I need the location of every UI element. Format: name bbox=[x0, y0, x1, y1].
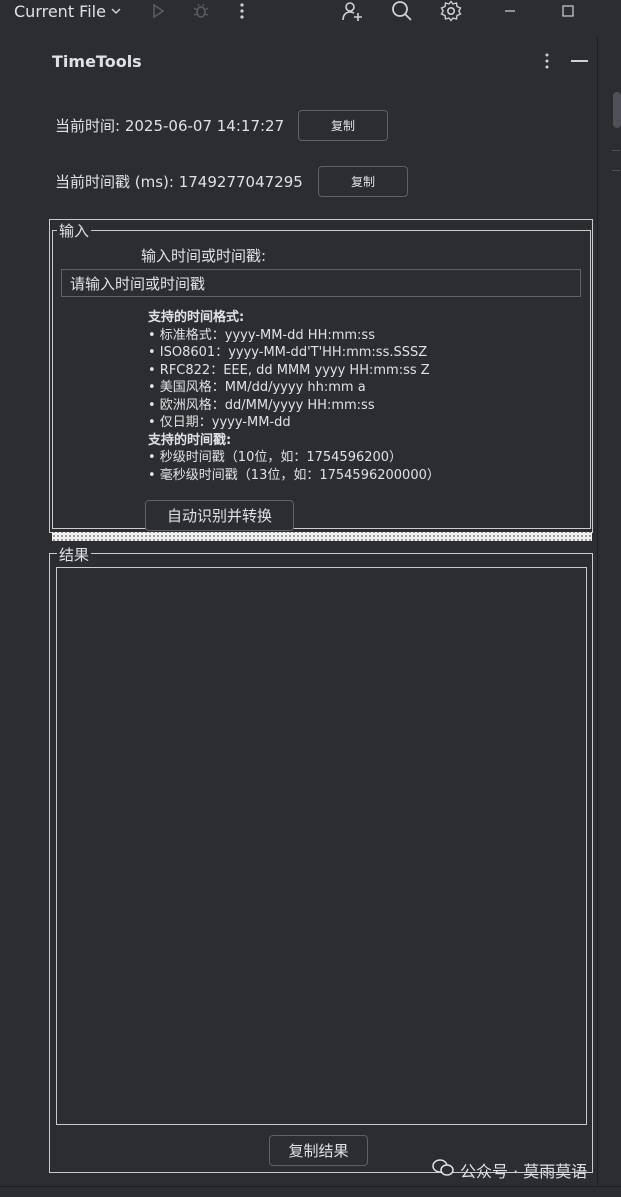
watermark: 公众号 · 莫雨莫语 bbox=[432, 1158, 587, 1182]
run-config-label: Current File bbox=[14, 1, 106, 21]
copy-time-button[interactable]: 复制 bbox=[298, 110, 388, 141]
supported-formats-help: 支持的时间格式: • 标准格式：yyyy-MM-dd HH:mm:ss • ISO8… bbox=[148, 309, 440, 484]
run-icon[interactable] bbox=[148, 0, 168, 22]
hide-panel-icon[interactable] bbox=[571, 60, 588, 62]
current-time-label: 当前时间: 2025-06-07 14:17:27 bbox=[55, 117, 285, 135]
minimize-window-icon[interactable] bbox=[500, 0, 520, 22]
scrollbar-thumb[interactable] bbox=[613, 92, 621, 128]
help-line: • 秒级时间戳（10位，如：1754596200） bbox=[148, 450, 403, 465]
right-tool-strip bbox=[597, 36, 621, 1196]
help-line: • 标准格式：yyyy-MM-dd HH:mm:ss bbox=[148, 327, 375, 343]
input-group-label: 输入 bbox=[57, 220, 92, 241]
watermark-text: 公众号 · 莫雨莫语 bbox=[460, 1162, 588, 1181]
current-timestamp-label: 当前时间戳 (ms): 1749277047295 bbox=[55, 173, 303, 191]
copy-result-button[interactable]: 复制结果 bbox=[269, 1135, 368, 1166]
run-config-selector[interactable]: Current File bbox=[14, 0, 122, 22]
top-toolbar: Current File bbox=[0, 0, 621, 36]
help-line: • ISO8601：yyyy-MM-dd'T'HH:mm:ss.SSSZ bbox=[148, 345, 428, 360]
time-input[interactable]: 请输入时间或时间戳 bbox=[61, 269, 581, 297]
result-group-label: 结果 bbox=[57, 544, 92, 565]
more-vertical-icon[interactable] bbox=[542, 52, 552, 74]
input-prompt: 输入时间或时间戳: bbox=[141, 247, 267, 265]
add-user-icon[interactable] bbox=[340, 0, 364, 22]
copy-timestamp-button[interactable]: 复制 bbox=[318, 166, 408, 197]
help-line: • 美国风格：MM/dd/yyyy hh:mm a bbox=[148, 380, 366, 395]
result-textarea[interactable] bbox=[56, 567, 587, 1125]
auto-convert-button[interactable]: 自动识别并转换 bbox=[145, 500, 294, 531]
time-input-value: 请输入时间或时间戳 bbox=[70, 274, 206, 293]
maximize-window-icon[interactable] bbox=[558, 0, 578, 22]
panel-title: TimeTools bbox=[52, 52, 142, 71]
debug-icon[interactable] bbox=[190, 0, 212, 22]
help-line: 支持的时间格式: bbox=[148, 310, 245, 325]
left-tool-strip bbox=[0, 36, 38, 1196]
help-line: • 欧洲风格：dd/MM/yyyy HH:mm:ss bbox=[148, 397, 375, 413]
status-strip bbox=[0, 1186, 621, 1197]
settings-icon[interactable] bbox=[439, 0, 463, 22]
scrollbar-marker bbox=[612, 170, 620, 171]
wechat-icon bbox=[432, 1159, 454, 1181]
more-vertical-icon[interactable] bbox=[234, 0, 250, 22]
help-line: 支持的时间戳: bbox=[148, 432, 232, 448]
chevron-down-icon bbox=[110, 2, 122, 21]
search-icon[interactable] bbox=[390, 0, 414, 22]
split-pane-divider[interactable] bbox=[52, 532, 592, 541]
scrollbar-marker bbox=[612, 150, 620, 151]
help-line: • 毫秒级时间戳（13位，如：1754596200000） bbox=[148, 467, 440, 483]
help-line: • RFC822：EEE, dd MMM yyyy HH:mm:ss Z bbox=[148, 362, 430, 378]
help-line: • 仅日期：yyyy-MM-dd bbox=[148, 415, 291, 430]
